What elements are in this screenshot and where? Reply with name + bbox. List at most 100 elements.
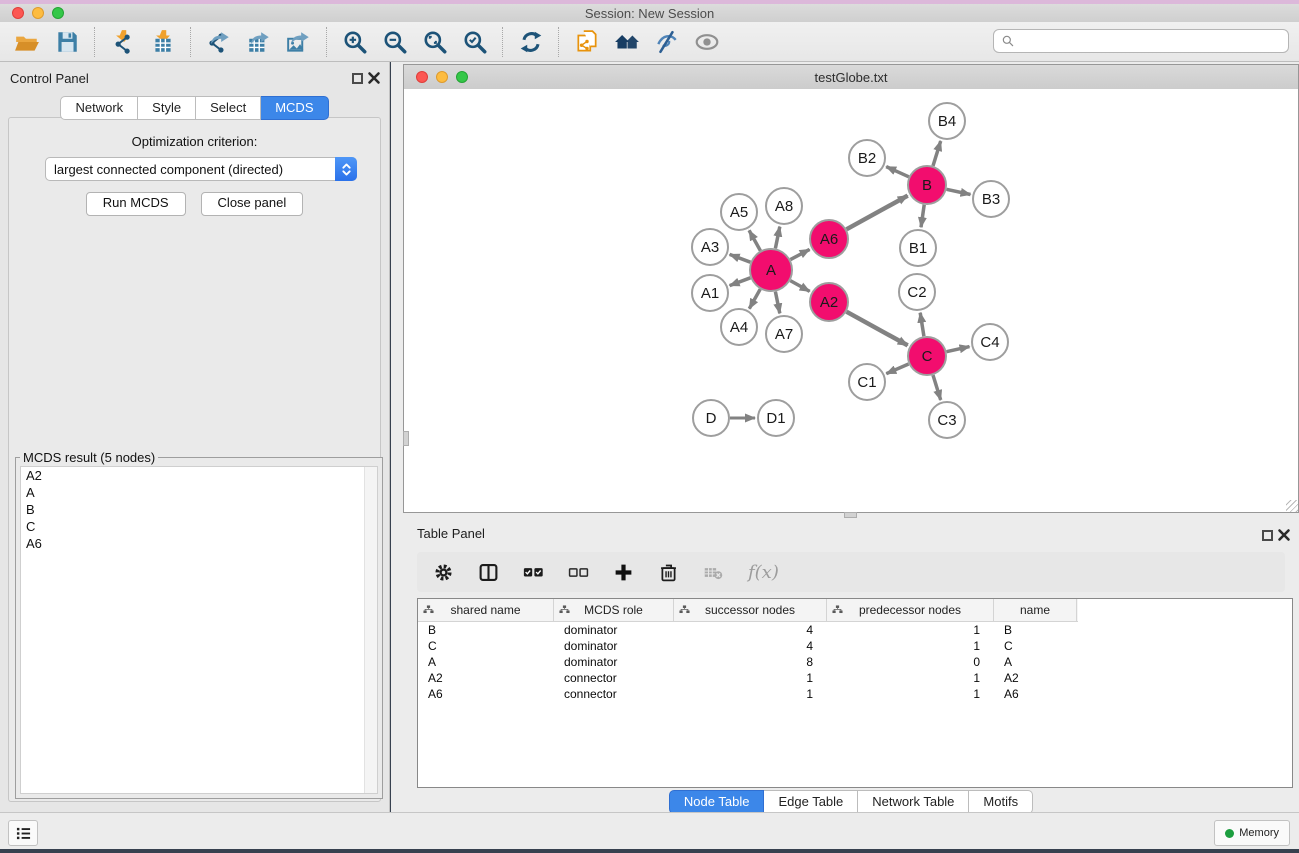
desktop-vscroll-thumb[interactable] xyxy=(403,431,409,446)
tab-edge-table[interactable]: Edge Table xyxy=(764,790,858,814)
float-panel-icon[interactable] xyxy=(352,73,363,84)
node-B[interactable]: B xyxy=(908,166,946,204)
table-row[interactable]: Cdominator41C xyxy=(418,638,1292,654)
search-box[interactable] xyxy=(993,29,1289,53)
column-header-successor-nodes[interactable]: successor nodes xyxy=(674,599,827,621)
resize-grip[interactable] xyxy=(1286,500,1298,512)
edge-C-C3[interactable] xyxy=(933,375,941,400)
edge-A-A7[interactable] xyxy=(775,292,779,314)
tab-mcds[interactable]: MCDS xyxy=(261,96,328,120)
tab-node-table[interactable]: Node Table xyxy=(669,790,765,814)
edge-A6-B[interactable] xyxy=(847,196,908,230)
deselect-all-button[interactable] xyxy=(568,562,589,583)
node-A8[interactable]: A8 xyxy=(766,188,802,224)
task-history-button[interactable] xyxy=(8,820,38,846)
minimize-network-button[interactable] xyxy=(436,71,448,83)
tab-motifs[interactable]: Motifs xyxy=(969,790,1033,814)
export-table-button[interactable] xyxy=(244,27,274,57)
show-eye-button[interactable] xyxy=(692,27,722,57)
node-B2[interactable]: B2 xyxy=(849,140,885,176)
column-header-predecessor-nodes[interactable]: predecessor nodes xyxy=(827,599,994,621)
zoom-window-button[interactable] xyxy=(52,7,64,19)
import-table-button[interactable] xyxy=(148,27,178,57)
network-window-titlebar[interactable]: testGlobe.txt xyxy=(404,65,1298,90)
column-header-name[interactable]: name xyxy=(994,599,1077,621)
edge-B-B1[interactable] xyxy=(921,205,924,227)
add-column-button[interactable] xyxy=(613,562,634,583)
export-image-button[interactable] xyxy=(284,27,314,57)
mcds-result-list[interactable]: A2ABCA6 xyxy=(20,466,378,794)
node-D[interactable]: D xyxy=(693,400,729,436)
mcds-result-item[interactable]: C xyxy=(21,518,377,535)
node-A5[interactable]: A5 xyxy=(721,194,757,230)
minimize-window-button[interactable] xyxy=(32,7,44,19)
edge-C-C4[interactable] xyxy=(947,347,970,352)
table-row[interactable]: Adominator80A xyxy=(418,654,1292,670)
close-panel-icon[interactable] xyxy=(367,71,381,85)
float-table-panel-icon[interactable] xyxy=(1262,530,1273,541)
edge-B-B2[interactable] xyxy=(886,167,909,177)
mcds-result-item[interactable]: A xyxy=(21,484,377,501)
column-header-shared-name[interactable]: shared name xyxy=(418,599,554,621)
edge-B-B3[interactable] xyxy=(947,189,971,194)
node-A[interactable]: A xyxy=(750,249,792,291)
import-network-button[interactable] xyxy=(108,27,138,57)
zoom-in-button[interactable] xyxy=(340,27,370,57)
node-A4[interactable]: A4 xyxy=(721,309,757,345)
close-window-button[interactable] xyxy=(12,7,24,19)
edge-A-A4[interactable] xyxy=(749,289,760,309)
search-input[interactable] xyxy=(1019,31,1288,51)
gear-button[interactable] xyxy=(433,562,454,583)
delete-column-button[interactable] xyxy=(658,562,679,583)
edge-A-A5[interactable] xyxy=(749,230,760,250)
tab-style[interactable]: Style xyxy=(138,96,196,120)
edge-A-A3[interactable] xyxy=(730,254,751,262)
table-row[interactable]: A2connector11A2 xyxy=(418,670,1292,686)
zoom-network-button[interactable] xyxy=(456,71,468,83)
node-C3[interactable]: C3 xyxy=(929,402,965,438)
column-header-MCDS-role[interactable]: MCDS role xyxy=(554,599,674,621)
node-C1[interactable]: C1 xyxy=(849,364,885,400)
refresh-button[interactable] xyxy=(516,27,546,57)
edge-A-A6[interactable] xyxy=(790,249,809,259)
select-all-button[interactable] xyxy=(523,562,544,583)
close-network-button[interactable] xyxy=(416,71,428,83)
desktop-hscroll-thumb[interactable] xyxy=(844,512,857,518)
mcds-result-item[interactable]: A6 xyxy=(21,535,377,552)
node-A1[interactable]: A1 xyxy=(692,275,728,311)
split-columns-button[interactable] xyxy=(478,562,499,583)
node-A6[interactable]: A6 xyxy=(810,220,848,258)
network-canvas[interactable]: A A1 A3A5A8 A4A7 A6 A2 B B1 B2 B3 B4 C C1 C2 C3 C4 D D1 xyxy=(404,89,1298,512)
home-button[interactable] xyxy=(612,27,642,57)
node-A7[interactable]: A7 xyxy=(766,316,802,352)
mcds-result-item[interactable]: A2 xyxy=(21,467,377,484)
tab-network-table[interactable]: Network Table xyxy=(858,790,969,814)
node-B4[interactable]: B4 xyxy=(929,103,965,139)
duplicate-network-button[interactable] xyxy=(572,27,602,57)
criterion-dropdown[interactable]: largest connected component (directed) xyxy=(45,157,357,181)
run-mcds-button[interactable]: Run MCDS xyxy=(86,192,186,216)
list-scrollbar[interactable] xyxy=(364,467,377,793)
edge-A-A8[interactable] xyxy=(775,227,779,249)
node-C2[interactable]: C2 xyxy=(899,274,935,310)
edge-C-C2[interactable] xyxy=(920,313,924,337)
node-D1[interactable]: D1 xyxy=(758,400,794,436)
table-row[interactable]: A6connector11A6 xyxy=(418,686,1292,702)
tab-select[interactable]: Select xyxy=(196,96,261,120)
node-A3[interactable]: A3 xyxy=(692,229,728,265)
node-B3[interactable]: B3 xyxy=(973,181,1009,217)
zoom-selected-button[interactable] xyxy=(460,27,490,57)
node-C[interactable]: C xyxy=(908,337,946,375)
edge-A2-C[interactable] xyxy=(847,312,908,346)
zoom-out-button[interactable] xyxy=(380,27,410,57)
edge-B-B4[interactable] xyxy=(933,141,941,166)
edge-A-A1[interactable] xyxy=(730,278,751,286)
mcds-result-item[interactable]: B xyxy=(21,501,377,518)
node-C4[interactable]: C4 xyxy=(972,324,1008,360)
node-B1[interactable]: B1 xyxy=(900,230,936,266)
edge-C-C1[interactable] xyxy=(886,364,908,374)
node-A2[interactable]: A2 xyxy=(810,283,848,321)
zoom-fit-button[interactable] xyxy=(420,27,450,57)
table-row[interactable]: Bdominator41B xyxy=(418,622,1292,638)
close-panel-button[interactable]: Close panel xyxy=(201,192,304,216)
